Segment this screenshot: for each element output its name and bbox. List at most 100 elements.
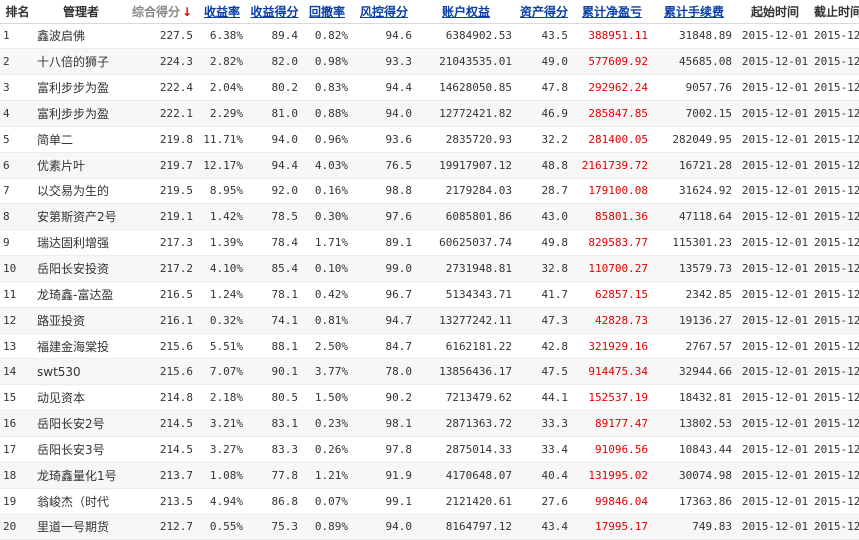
cell-manager: 里道一号期货 — [35, 514, 127, 540]
table-row: 13 福建金海棠投 215.6 5.51% 88.1 2.50% 84.7 6162181.2… — [0, 333, 859, 360]
header-start-date: 起始时间 — [750, 4, 799, 19]
table-header: 排名 管理者 综合得分 ↓ 收益率 收益得分 回撤率 风控得分 账户权益 资产得分… — [0, 0, 859, 23]
cell-drawdown: 0.81% — [302, 307, 352, 334]
cell-drawdown: 0.98% — [302, 48, 352, 76]
sort-desc-icon[interactable]: ↓ — [182, 5, 192, 19]
cell-asset-score: 49.8 — [516, 229, 572, 257]
cell-equity: 60625037.74 — [416, 229, 516, 257]
cell-return-score: 86.8 — [247, 488, 302, 515]
table-row: 4 富利步步为盈 222.1 2.29% 81.0 0.88% 94.0 12772421.8… — [0, 100, 859, 127]
cell-risk-score: 98.8 — [352, 178, 416, 205]
cell-fees: 45685.08 — [652, 48, 736, 76]
cell-drawdown: 0.23% — [302, 410, 352, 437]
cell-risk-score: 76.5 — [352, 152, 416, 179]
cell-return-rate: 8.95% — [197, 178, 247, 205]
header-rank: 排名 — [5, 4, 30, 19]
header-asset-score[interactable]: 资产得分 — [516, 0, 572, 23]
cell-net-profit: 577609.92 — [572, 48, 652, 76]
cell-start-date: 2015-12-01 — [736, 74, 814, 102]
cell-composite-score: 215.6 — [127, 358, 197, 386]
cell-net-profit: 292962.24 — [572, 74, 652, 102]
cell-end-date: 2015-12-25 — [814, 48, 859, 76]
cell-rank: 1 — [0, 23, 35, 50]
cell-composite-score: 227.5 — [127, 23, 197, 50]
table-row: 8 安第斯资产2号 219.1 1.42% 78.5 0.30% 97.6 6085801.8… — [0, 203, 859, 231]
cell-asset-score: 43.5 — [516, 23, 572, 50]
cell-drawdown: 1.71% — [302, 229, 352, 257]
cell-equity: 12772421.82 — [416, 100, 516, 127]
cell-asset-score: 47.8 — [516, 74, 572, 102]
cell-composite-score: 215.6 — [127, 333, 197, 360]
cell-manager: 路亚投资 — [35, 307, 127, 334]
cell-composite-score: 219.1 — [127, 203, 197, 231]
cell-return-score: 92.0 — [247, 178, 302, 205]
cell-start-date: 2015-12-01 — [736, 384, 814, 412]
cell-return-score: 80.5 — [247, 384, 302, 412]
table-row: 3 富利步步为盈 222.4 2.04% 80.2 0.83% 94.4 14628050.8… — [0, 74, 859, 102]
cell-asset-score: 43.4 — [516, 514, 572, 540]
cell-equity: 2835720.93 — [416, 126, 516, 153]
header-composite-score[interactable]: 综合得分 ↓ — [127, 0, 197, 23]
cell-risk-score: 84.7 — [352, 333, 416, 360]
cell-net-profit: 42828.73 — [572, 307, 652, 334]
cell-return-score: 77.8 — [247, 462, 302, 489]
cell-return-score: 78.1 — [247, 281, 302, 308]
cell-net-profit: 321929.16 — [572, 333, 652, 360]
cell-start-date: 2015-12-01 — [736, 152, 814, 179]
cell-manager: 瑞达固利增强 — [35, 229, 127, 257]
cell-fees: 18432.81 — [652, 384, 736, 412]
header-return-rate[interactable]: 收益率 — [197, 0, 247, 23]
cell-start-date: 2015-12-01 — [736, 333, 814, 360]
cell-rank: 4 — [0, 100, 35, 127]
header-fees[interactable]: 累计手续费 — [652, 0, 736, 23]
cell-composite-score: 219.5 — [127, 178, 197, 205]
cell-equity: 4170648.07 — [416, 462, 516, 489]
cell-drawdown: 0.30% — [302, 203, 352, 231]
cell-return-rate: 5.51% — [197, 333, 247, 360]
cell-return-score: 80.2 — [247, 74, 302, 102]
cell-rank: 5 — [0, 126, 35, 153]
cell-drawdown: 1.21% — [302, 462, 352, 489]
cell-fees: 31848.89 — [652, 23, 736, 50]
cell-start-date: 2015-12-01 — [736, 126, 814, 153]
header-risk-score[interactable]: 风控得分 — [352, 0, 416, 23]
cell-end-date: 2015-12-25 — [814, 229, 859, 257]
cell-return-rate: 3.27% — [197, 436, 247, 463]
cell-risk-score: 94.7 — [352, 307, 416, 334]
header-net-profit[interactable]: 累计净盈亏 — [572, 0, 652, 23]
cell-fees: 7002.15 — [652, 100, 736, 127]
cell-rank: 3 — [0, 74, 35, 102]
cell-return-score: 81.0 — [247, 100, 302, 127]
cell-rank: 15 — [0, 384, 35, 412]
cell-manager: 十八倍的狮子 — [35, 48, 127, 76]
cell-rank: 7 — [0, 178, 35, 205]
cell-return-score: 89.4 — [247, 23, 302, 50]
cell-end-date: 2015-12-25 — [814, 488, 859, 515]
cell-risk-score: 89.1 — [352, 229, 416, 257]
ranking-table: 排名 管理者 综合得分 ↓ 收益率 收益得分 回撤率 风控得分 账户权益 资产得分… — [0, 0, 859, 540]
cell-asset-score: 47.5 — [516, 358, 572, 386]
cell-end-date: 2015-12-08 — [814, 74, 859, 102]
cell-net-profit: 829583.77 — [572, 229, 652, 257]
cell-asset-score: 28.7 — [516, 178, 572, 205]
cell-rank: 18 — [0, 462, 35, 489]
cell-risk-score: 94.6 — [352, 23, 416, 50]
cell-return-rate: 11.71% — [197, 126, 247, 153]
cell-manager: 翁峻杰（时代 — [35, 488, 127, 515]
cell-manager: 富利步步为盈 — [35, 100, 127, 127]
cell-equity: 7213479.62 — [416, 384, 516, 412]
header-drawdown[interactable]: 回撤率 — [302, 0, 352, 23]
cell-start-date: 2015-12-01 — [736, 100, 814, 127]
table-row: 1 鑫波启佛 227.5 6.38% 89.4 0.82% 94.6 6384902.53 43… — [0, 23, 859, 50]
cell-risk-score: 78.0 — [352, 358, 416, 386]
cell-equity: 2179284.03 — [416, 178, 516, 205]
cell-return-score: 78.5 — [247, 203, 302, 231]
cell-net-profit: 99846.04 — [572, 488, 652, 515]
header-equity[interactable]: 账户权益 — [416, 0, 516, 23]
header-return-score[interactable]: 收益得分 — [247, 0, 302, 23]
cell-drawdown: 0.96% — [302, 126, 352, 153]
table-row: 7 以交易为生的 219.5 8.95% 92.0 0.16% 98.8 2179284.03… — [0, 178, 859, 205]
header-composite-score-label[interactable]: 综合得分 — [132, 5, 180, 19]
cell-risk-score: 97.6 — [352, 203, 416, 231]
cell-net-profit: 91096.56 — [572, 436, 652, 463]
